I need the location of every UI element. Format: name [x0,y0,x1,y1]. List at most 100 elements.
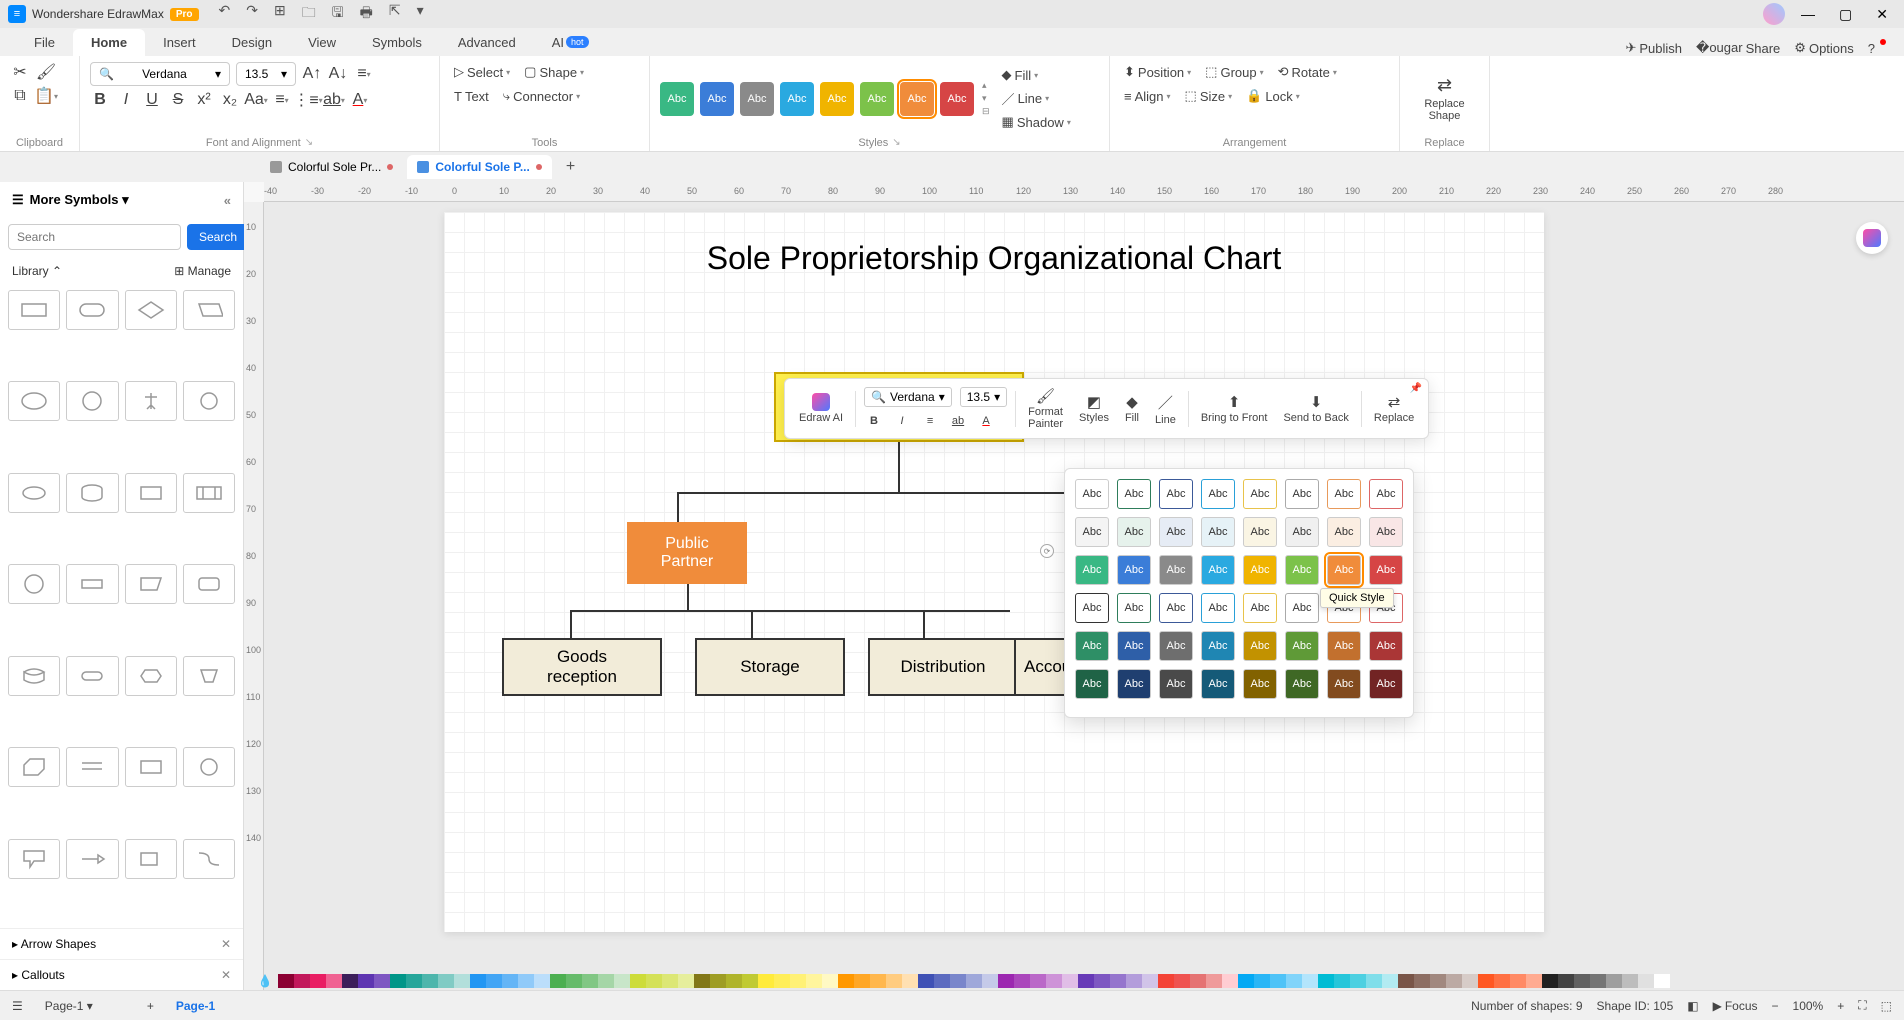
color-swatch[interactable] [1366,974,1382,988]
color-swatch[interactable] [1030,974,1046,988]
quick-style-swatch[interactable]: Abc [1327,555,1361,585]
quick-style-swatch[interactable]: Abc [1327,669,1361,699]
doc-tab-1[interactable]: Colorful Sole Pr... [260,155,403,179]
bullets-icon[interactable]: ⋮≡ [298,90,318,110]
color-swatch[interactable] [326,974,342,988]
color-swatch[interactable] [710,974,726,988]
mini-align-icon[interactable]: ≡ [920,411,940,431]
mini-bold-icon[interactable]: B [864,411,884,431]
color-swatch[interactable] [470,974,486,988]
quick-style-swatch[interactable]: Abc [1243,669,1277,699]
quick-style-swatch[interactable]: Abc [1285,555,1319,585]
quick-style-swatch[interactable]: Abc [1075,631,1109,661]
format-painter-button[interactable]: 🖌Format Painter [1024,385,1067,432]
cut-icon[interactable]: ✂ [10,62,30,82]
underline-icon[interactable]: U [142,90,162,110]
mini-font-select[interactable]: 🔍 Verdana ▾ [864,387,952,407]
increase-font-icon[interactable]: A↑ [302,64,322,84]
mini-line-button[interactable]: ／Line [1151,390,1180,428]
quick-style-swatch[interactable]: Abc [1159,479,1193,509]
tab-symbols[interactable]: Symbols [354,29,440,56]
user-avatar[interactable] [1763,3,1785,25]
quick-style-swatch[interactable]: Abc [1327,631,1361,661]
quick-style-swatch[interactable]: Abc [1285,593,1319,623]
color-swatch[interactable] [934,974,950,988]
bring-to-front-button[interactable]: ⬆Bring to Front [1197,391,1272,426]
color-swatch[interactable] [1526,974,1542,988]
color-swatch[interactable] [294,974,310,988]
color-swatch[interactable] [950,974,966,988]
quick-style-swatch[interactable]: Abc [1201,555,1235,585]
section-arrow-shapes[interactable]: ▸ Arrow Shapes✕ [0,928,243,959]
shape-stencil[interactable] [8,381,60,421]
color-swatch[interactable] [1542,974,1558,988]
color-swatch[interactable] [438,974,454,988]
color-swatch[interactable] [678,974,694,988]
quick-style-swatch[interactable]: Abc [1117,555,1151,585]
close-section-icon[interactable]: ✕ [221,937,231,951]
rotate-handle[interactable]: ⟳ [1040,544,1054,558]
quick-style-swatch[interactable]: Abc [1285,479,1319,509]
shape-stencil[interactable] [125,290,177,330]
superscript-icon[interactable]: x² [194,90,214,110]
fit-page-icon[interactable]: ⛶ [1858,998,1866,1013]
color-swatch[interactable] [646,974,662,988]
maximize-icon[interactable]: ▢ [1831,6,1860,23]
style-swatch[interactable]: Abc [700,82,734,116]
close-icon[interactable]: ✕ [1868,6,1896,23]
style-swatch[interactable]: Abc [940,82,974,116]
color-swatch[interactable] [806,974,822,988]
shape-stencil[interactable] [183,381,235,421]
text-tool[interactable]: T Text [450,87,493,106]
color-swatch[interactable] [534,974,550,988]
color-swatch[interactable] [662,974,678,988]
shape-stencil[interactable] [125,656,177,696]
styles-launcher-icon[interactable]: ↘ [892,137,900,149]
new-icon[interactable]: ⊞ [274,2,286,26]
shape-stencil[interactable] [66,839,118,879]
quick-style-swatch[interactable]: Abc [1075,669,1109,699]
quick-style-swatch[interactable]: Abc [1243,555,1277,585]
color-swatch[interactable] [1510,974,1526,988]
quick-style-swatch[interactable]: Abc [1159,517,1193,547]
shape-stencil[interactable] [66,564,118,604]
color-swatch[interactable] [1158,974,1174,988]
shape-stencil[interactable] [66,747,118,787]
quick-style-swatch[interactable]: Abc [1075,555,1109,585]
send-to-back-button[interactable]: ⬇Send to Back [1279,391,1352,426]
styles-next-icon[interactable]: ▾ [982,93,990,104]
quick-style-swatch[interactable]: Abc [1243,593,1277,623]
quick-style-swatch[interactable]: Abc [1327,479,1361,509]
color-swatch[interactable] [1654,974,1670,988]
align-button[interactable]: ≡ Align [1120,87,1175,106]
align-text-icon[interactable]: ≡ [354,64,374,84]
strike-icon[interactable]: S [168,90,188,110]
color-swatch[interactable] [550,974,566,988]
add-tab-button[interactable]: + [556,158,585,176]
color-swatch[interactable] [790,974,806,988]
color-swatch[interactable] [1062,974,1078,988]
node-distribution[interactable]: Distribution [868,638,1018,696]
quick-style-swatch[interactable]: Abc [1243,517,1277,547]
quick-style-swatch[interactable]: Abc [1201,517,1235,547]
size-button[interactable]: ⬚ Size [1181,86,1237,106]
color-swatch[interactable] [1558,974,1574,988]
active-page-label[interactable]: Page-1 [168,999,223,1013]
quick-style-swatch[interactable]: Abc [1117,669,1151,699]
color-swatch[interactable] [1398,974,1414,988]
quick-style-swatch[interactable]: Abc [1369,631,1403,661]
mini-fontcolor-icon[interactable]: A [976,411,996,431]
rotate-button[interactable]: ⟲ Rotate [1274,62,1341,82]
minimize-icon[interactable]: — [1793,6,1823,22]
edraw-ai-button[interactable]: Edraw AI [795,391,847,426]
search-button[interactable]: Search [187,224,249,250]
case-icon[interactable]: Aa [246,90,266,110]
color-swatch[interactable] [630,974,646,988]
color-swatch[interactable] [342,974,358,988]
quick-style-swatch[interactable]: Abc [1285,669,1319,699]
layers-icon[interactable]: ◧ [1687,999,1698,1013]
shape-stencil[interactable] [66,656,118,696]
color-swatch[interactable] [1094,974,1110,988]
shape-stencil[interactable] [66,290,118,330]
color-swatch[interactable] [454,974,470,988]
